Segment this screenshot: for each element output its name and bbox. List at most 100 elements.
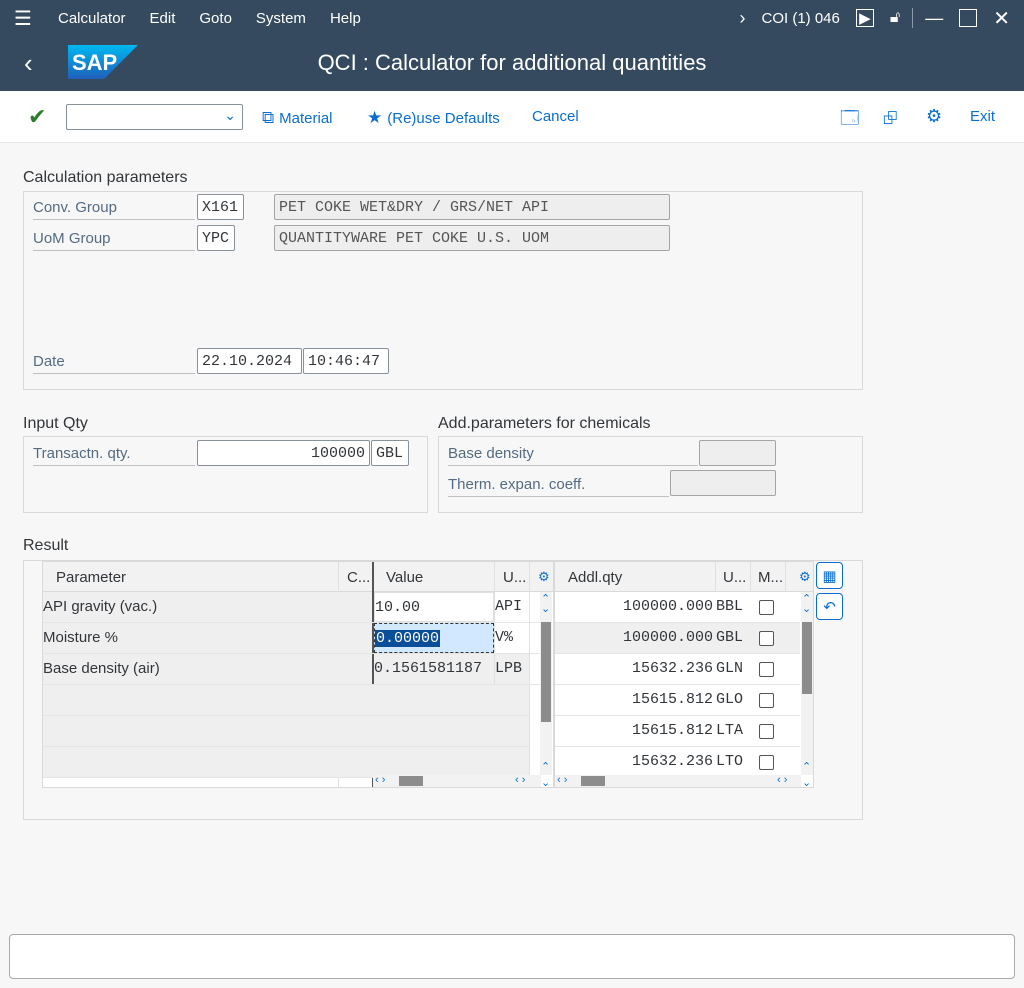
scroll-left-icon[interactable]: ‹ › bbox=[375, 774, 385, 786]
play-icon[interactable]: ▶ bbox=[855, 9, 874, 27]
uom-group-description: QUANTITYWARE PET COKE U.S. UOM bbox=[274, 225, 670, 251]
mark-checkbox[interactable] bbox=[759, 724, 774, 739]
hamburger-menu-icon[interactable]: ☰ bbox=[0, 0, 46, 36]
scroll-up-icon[interactable]: ⌃ bbox=[541, 760, 550, 773]
result-title: Result bbox=[23, 537, 69, 554]
table-row[interactable]: 15615.812 GLO bbox=[555, 685, 800, 716]
maximize-icon[interactable] bbox=[959, 9, 978, 27]
parameter-table: Parameter C... Value U... ⚙ API gravity … bbox=[42, 561, 554, 789]
chevron-right-icon[interactable]: › bbox=[739, 8, 745, 29]
menu-calculator[interactable]: Calculator bbox=[58, 10, 126, 27]
therm-expan-label: Therm. expan. coeff. bbox=[448, 476, 669, 497]
scroll-left-icon[interactable]: ‹ › bbox=[557, 774, 567, 786]
additional-qty-table: Addl.qty U... M... ⚙ 100000.000 BBL 1000… bbox=[554, 561, 814, 789]
scroll-down-icon[interactable]: ⌄ bbox=[541, 602, 550, 615]
additional-qty-header: Addl.qty U... M... ⚙ bbox=[555, 562, 813, 592]
time-input[interactable]: 10:46:47 bbox=[303, 348, 389, 374]
unlock-icon[interactable]: 🔓︎ bbox=[890, 9, 900, 27]
param-unit[interactable]: API bbox=[495, 592, 529, 622]
mark-checkbox[interactable] bbox=[759, 600, 774, 615]
check-icon[interactable]: ✔ bbox=[28, 104, 46, 130]
table-settings-icon[interactable]: ⚙ bbox=[538, 569, 550, 585]
table-row[interactable]: 15632.236 GLN bbox=[555, 654, 800, 685]
undo-button[interactable]: ↶ bbox=[816, 593, 843, 620]
menu-goto[interactable]: Goto bbox=[199, 10, 232, 27]
table-row[interactable]: Moisture % 0.00000 V% bbox=[43, 623, 541, 654]
addl-unit: GLN bbox=[716, 660, 744, 677]
mark-checkbox[interactable] bbox=[759, 631, 774, 646]
new-window-icon[interactable]: 🗔︎ bbox=[840, 106, 860, 136]
param-name: Moisture % bbox=[43, 623, 338, 653]
mark-checkbox[interactable] bbox=[759, 693, 774, 708]
star-icon: ★ bbox=[367, 108, 383, 127]
horizontal-scrollbar[interactable]: ‹ › ‹ › bbox=[555, 774, 801, 787]
material-label: Material bbox=[279, 109, 333, 127]
table-row[interactable]: 100000.000 GBL bbox=[555, 623, 800, 654]
menu-system[interactable]: System bbox=[256, 10, 306, 27]
window-arrow-icon[interactable]: ⮺ bbox=[883, 106, 898, 136]
scroll-up-icon[interactable]: ⌃ bbox=[802, 760, 811, 773]
table-row[interactable]: 15615.812 LTA bbox=[555, 716, 800, 747]
material-button[interactable]: ⧉ Material bbox=[262, 108, 333, 128]
chevron-down-icon[interactable]: ⌄ bbox=[224, 107, 236, 124]
col-m[interactable]: M... bbox=[758, 569, 783, 586]
table-row[interactable]: Base density (air) 0.1561581187 LPB bbox=[43, 654, 541, 685]
vertical-scrollbar[interactable]: ⌃ ⌄ ⌃ bbox=[801, 592, 813, 775]
chem-params-title: Add.parameters for chemicals bbox=[438, 415, 651, 432]
uom-group-label: UoM Group bbox=[33, 230, 195, 251]
calculator-button[interactable]: ▦ bbox=[816, 562, 843, 589]
vertical-scrollbar[interactable]: ⌃ ⌄ ⌃ bbox=[540, 592, 552, 775]
parameter-table-header: Parameter C... Value U... ⚙ bbox=[43, 562, 553, 592]
col-unit[interactable]: U... bbox=[503, 569, 526, 586]
table-row-empty bbox=[43, 716, 529, 747]
settings-icon[interactable]: ⚙ bbox=[926, 106, 942, 127]
col-unit[interactable]: U... bbox=[723, 569, 746, 586]
conv-group-input[interactable]: X161 bbox=[197, 194, 244, 220]
menu-edit[interactable]: Edit bbox=[150, 10, 176, 27]
addl-unit: GBL bbox=[716, 629, 744, 646]
mark-checkbox[interactable] bbox=[759, 755, 774, 770]
scroll-down-icon[interactable]: ⌄ bbox=[541, 776, 550, 789]
table-row[interactable]: API gravity (vac.) 10.00 API bbox=[43, 592, 541, 623]
therm-expan-input bbox=[670, 470, 776, 496]
reuse-defaults-button[interactable]: ★ (Re)use Defaults bbox=[367, 108, 500, 128]
uom-group-input[interactable]: YPC bbox=[197, 225, 235, 251]
mark-checkbox[interactable] bbox=[759, 662, 774, 677]
scroll-down-icon[interactable]: ⌄ bbox=[802, 602, 811, 615]
title-bar: ‹ SAP QCI : Calculator for additional qu… bbox=[0, 36, 1024, 91]
col-addl-qty[interactable]: Addl.qty bbox=[568, 569, 622, 586]
exit-label: Exit bbox=[970, 108, 996, 125]
transaction-qty-unit[interactable]: GBL bbox=[371, 440, 409, 466]
transaction-qty-input[interactable]: 100000 bbox=[197, 440, 370, 466]
input-qty-title: Input Qty bbox=[23, 415, 88, 432]
addl-unit: BBL bbox=[716, 598, 744, 615]
addl-qty: 15632.236 bbox=[631, 753, 713, 770]
date-label: Date bbox=[33, 353, 195, 374]
scroll-right-icon[interactable]: ‹ › bbox=[777, 774, 787, 786]
minimize-icon[interactable]: — bbox=[925, 8, 943, 29]
table-row[interactable]: 15632.236 LTO bbox=[555, 747, 800, 778]
material-icon: ⧉ bbox=[262, 108, 275, 127]
col-value[interactable]: Value bbox=[386, 569, 423, 586]
table-row[interactable]: 100000.000 BBL bbox=[555, 592, 800, 623]
addl-unit: LTA bbox=[716, 722, 744, 739]
scroll-right-icon[interactable]: ‹ › bbox=[515, 774, 525, 786]
addl-qty: 100000.000 bbox=[622, 629, 713, 646]
reuse-defaults-label: (Re)use Defaults bbox=[387, 109, 500, 127]
command-field[interactable]: ⌄ bbox=[66, 104, 243, 130]
conv-group-label: Conv. Group bbox=[33, 199, 195, 220]
scroll-down-icon[interactable]: ⌄ bbox=[802, 776, 811, 789]
exit-button[interactable]: Exit bbox=[970, 108, 995, 125]
date-input[interactable]: 22.10.2024 bbox=[197, 348, 302, 374]
cancel-button[interactable]: Cancel bbox=[532, 108, 579, 125]
param-value-selection: 0.00000 bbox=[375, 630, 441, 647]
col-c[interactable]: C... bbox=[347, 569, 370, 586]
horizontal-scrollbar[interactable]: ‹ › ‹ › bbox=[373, 774, 541, 787]
col-parameter[interactable]: Parameter bbox=[56, 569, 126, 586]
table-settings-icon[interactable]: ⚙ bbox=[799, 569, 811, 585]
param-value-input[interactable]: 10.00 bbox=[374, 592, 494, 622]
close-icon[interactable]: ✕ bbox=[993, 6, 1010, 31]
param-value-input-focused[interactable]: 0.00000 bbox=[374, 623, 494, 653]
menu-help[interactable]: Help bbox=[330, 10, 361, 27]
param-unit[interactable]: V% bbox=[495, 623, 529, 653]
